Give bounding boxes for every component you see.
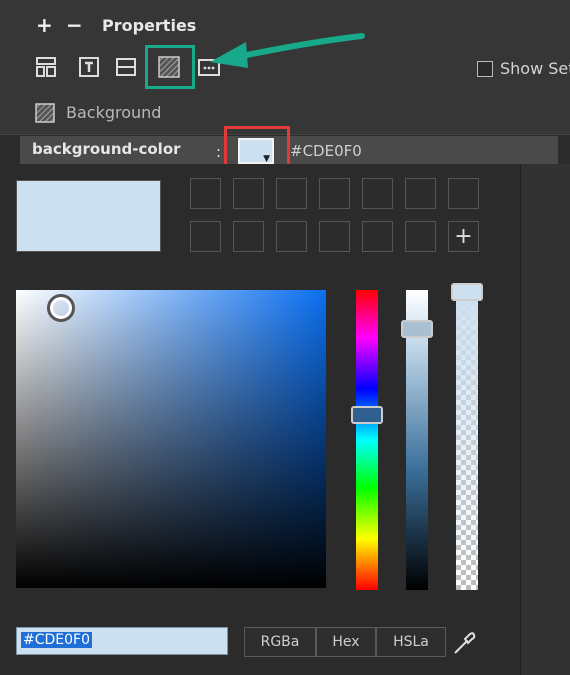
swatch-slot[interactable] [362, 221, 393, 252]
alpha-slider[interactable] [456, 290, 478, 590]
swatch-slot[interactable] [233, 221, 264, 252]
format-hsla-button[interactable]: HSLa [376, 627, 446, 657]
swatch-slot[interactable] [190, 178, 221, 209]
format-hex-button[interactable]: Hex [316, 627, 376, 657]
text-icon[interactable] [78, 56, 100, 78]
current-color-preview [16, 180, 161, 252]
color-swatch-button[interactable]: ▼ [238, 138, 274, 164]
color-cursor[interactable] [47, 294, 75, 322]
show-set-checkbox[interactable] [477, 61, 493, 77]
hex-input[interactable]: #CDE0F0 [16, 627, 228, 655]
swatch-slot[interactable] [190, 221, 221, 252]
lightness-handle[interactable] [401, 320, 433, 338]
side-panel [520, 164, 570, 675]
format-rgba-button[interactable]: RGBa [244, 627, 316, 657]
swatch-slot[interactable] [319, 221, 350, 252]
show-set-label: Show Set [500, 59, 570, 78]
swatch-slot[interactable] [276, 221, 307, 252]
eyedropper-icon[interactable] [450, 627, 478, 657]
swatch-slot[interactable] [405, 221, 436, 252]
hue-handle[interactable] [351, 406, 383, 424]
add-swatch-button[interactable]: + [448, 221, 479, 252]
panel-title: Properties [102, 16, 197, 35]
alpha-handle[interactable] [451, 283, 483, 301]
background-section-icon [35, 103, 55, 127]
layout-icon[interactable] [35, 56, 57, 78]
background-icon[interactable] [158, 56, 180, 78]
hex-input-text: #CDE0F0 [21, 632, 92, 648]
swatch-slot[interactable] [319, 178, 350, 209]
remove-button[interactable]: − [66, 13, 83, 37]
swatch-slot[interactable] [405, 178, 436, 209]
swatch-slot[interactable] [362, 178, 393, 209]
hue-slider[interactable] [356, 290, 378, 590]
saturation-area[interactable] [16, 290, 326, 588]
property-colon: : [216, 143, 222, 161]
swatch-slot[interactable] [276, 178, 307, 209]
swatch-slot[interactable] [448, 178, 479, 209]
border-icon[interactable] [115, 56, 137, 78]
dropdown-icon: ▼ [263, 154, 270, 164]
swatch-slot[interactable] [233, 178, 264, 209]
property-value[interactable]: #CDE0F0 [290, 142, 362, 160]
background-section-label: Background [66, 103, 162, 122]
add-button[interactable]: + [36, 13, 53, 37]
annotation-arrow-icon [210, 33, 365, 68]
property-name: background-color [32, 140, 181, 158]
